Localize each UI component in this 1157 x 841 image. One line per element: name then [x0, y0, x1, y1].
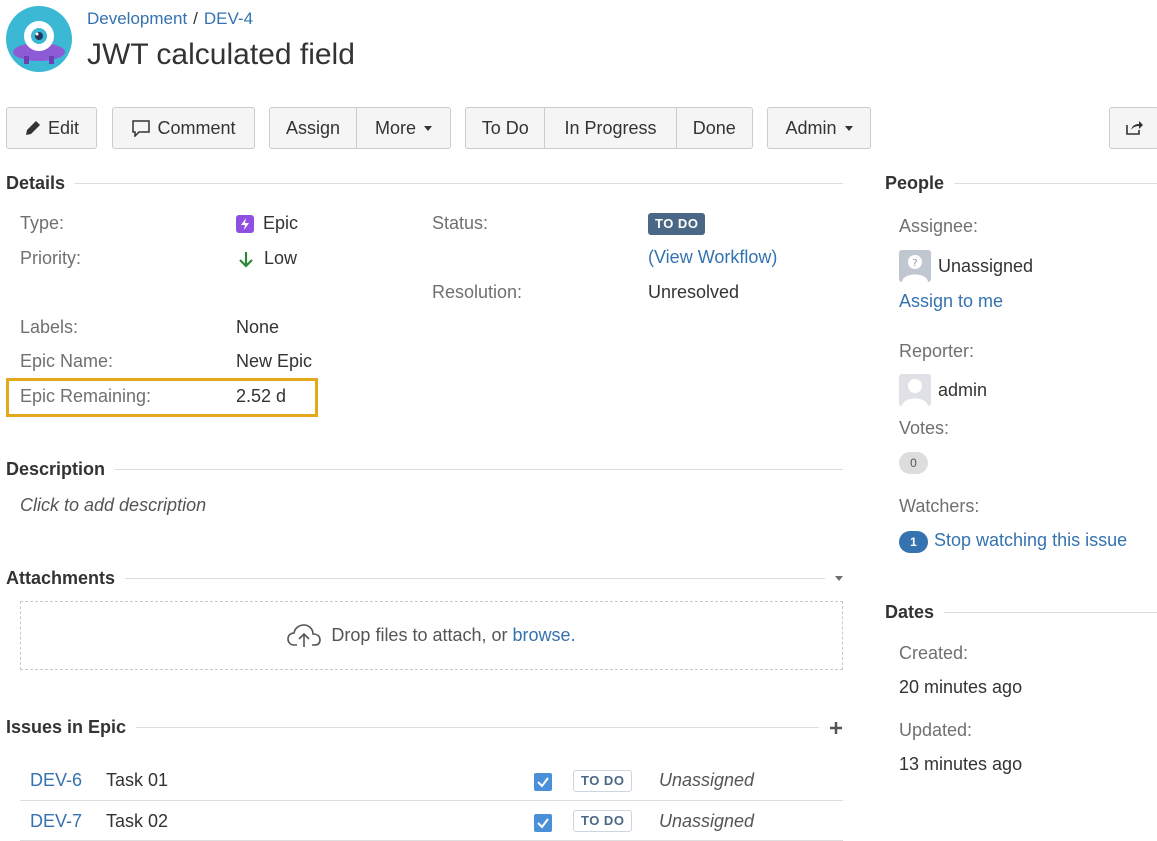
watchers-badge[interactable]: 1 [899, 531, 928, 553]
reporter-label: Reporter: [899, 341, 975, 361]
breadcrumb-project[interactable]: Development [87, 9, 187, 28]
priority-label: Priority: [20, 248, 82, 268]
labels-value[interactable]: None [236, 317, 279, 338]
people-section-header: People [885, 173, 1157, 194]
details-section-header: Details [6, 173, 843, 194]
admin-dropdown[interactable]: Admin [767, 107, 871, 149]
view-workflow: (View Workflow) [648, 247, 778, 267]
attachments-section-header: Attachments [6, 568, 843, 589]
epic-remaining-value: 2.52 d [236, 386, 287, 406]
resolution-value: Unresolved [648, 282, 740, 302]
watchers-label: Watchers: [899, 496, 980, 516]
issue-row-summary[interactable]: Task 02 [106, 811, 168, 832]
more-label: More [375, 117, 417, 138]
checkbox-icon [534, 773, 552, 791]
status-badge: TO DO [573, 770, 633, 792]
svg-text:?: ? [912, 258, 917, 269]
stop-watching-link[interactable]: Stop watching this issue [934, 530, 1127, 551]
avatar [899, 374, 931, 406]
share-icon [1126, 121, 1143, 135]
people-heading: People [885, 173, 945, 193]
issue-row-summary[interactable]: Task 01 [106, 770, 168, 791]
todo-button[interactable]: To Do [466, 108, 546, 148]
assign-to-me-link[interactable]: Assign to me [899, 291, 1003, 312]
breadcrumb: Development / DEV-4 [87, 9, 253, 29]
updated-label: Updated: [899, 720, 973, 740]
votes-badge[interactable]: 0 [899, 452, 928, 474]
status-badge: TO DO [573, 810, 633, 832]
assignee-label: Assignee: [899, 216, 979, 236]
checkbox-icon [534, 814, 552, 832]
issues-in-epic-heading: Issues in Epic [6, 717, 127, 737]
row-divider [20, 800, 843, 801]
epic-remaining-label: Epic Remaining: [20, 386, 152, 406]
updated-value: 13 minutes ago [899, 754, 1023, 774]
issue-row-assignee: Unassigned [659, 770, 755, 790]
drop-text: Drop files to attach, or [331, 625, 508, 645]
priority-value: Low [238, 248, 297, 269]
votes-label: Votes: [899, 418, 950, 438]
description-heading: Description [6, 459, 106, 479]
priority-value-text: Low [264, 248, 298, 268]
avatar: ? [899, 250, 931, 282]
chevron-down-icon [424, 125, 433, 131]
reporter-value[interactable]: admin [938, 380, 987, 401]
workflow-group: To Do In Progress Done [465, 107, 753, 149]
type-value-text: Epic [263, 213, 299, 233]
comment-icon [132, 120, 151, 137]
admin-label: Admin [785, 117, 837, 138]
created-label: Created: [899, 643, 969, 663]
browse-link[interactable]: browse [513, 625, 571, 646]
breadcrumb-separator: / [193, 9, 198, 28]
status-label: Status: [432, 213, 489, 233]
description-placeholder[interactable]: Click to add description [20, 495, 206, 516]
labels-label: Labels: [20, 317, 79, 337]
dates-section-header: Dates [885, 602, 1157, 623]
view-workflow-link[interactable]: View Workflow [654, 247, 771, 267]
assign-more-group: Assign More [269, 107, 451, 149]
issues-in-epic-section-header: Issues in Epic [6, 717, 843, 738]
resolution-label: Resolution: [432, 282, 523, 302]
assignee-value[interactable]: Unassigned [938, 256, 1033, 277]
user-avatar-icon [899, 374, 931, 406]
epic-icon [236, 214, 254, 233]
chevron-down-icon [844, 125, 853, 131]
status-badge: TO DO [648, 213, 706, 235]
issue-row-key[interactable]: DEV-6 [30, 770, 82, 791]
done-button[interactable]: Done [677, 108, 752, 148]
plus-icon[interactable] [829, 721, 843, 735]
epic-name-label: Epic Name: [20, 351, 114, 371]
type-value: Epic [236, 213, 298, 234]
unassigned-avatar-icon: ? [899, 250, 931, 282]
attachment-dropzone[interactable]: Drop files to attach, or browse. [20, 601, 843, 670]
description-section-header: Description [6, 459, 843, 480]
project-avatar-icon [13, 21, 65, 64]
cloud-upload-icon [287, 623, 322, 647]
share-button[interactable] [1109, 107, 1157, 149]
assign-button[interactable]: Assign [270, 108, 358, 148]
attachments-heading: Attachments [6, 568, 116, 588]
pencil-icon [25, 121, 40, 135]
created-value: 20 minutes ago [899, 677, 1023, 697]
type-label: Type: [20, 213, 65, 233]
epic-name-value[interactable]: New Epic [236, 351, 312, 372]
comment-button[interactable]: Comment [112, 107, 255, 149]
details-heading: Details [6, 173, 66, 193]
issue-row-key[interactable]: DEV-7 [30, 811, 82, 832]
comment-label: Comment [157, 117, 236, 138]
in-progress-button[interactable]: In Progress [545, 108, 677, 148]
issue-row-assignee: Unassigned [659, 811, 755, 831]
dates-heading: Dates [885, 602, 935, 622]
edit-label: Edit [47, 117, 80, 138]
arrow-down-icon [239, 251, 253, 268]
breadcrumb-issue[interactable]: DEV-4 [204, 9, 253, 28]
edit-button[interactable]: Edit [6, 107, 97, 149]
project-avatar[interactable] [6, 6, 72, 72]
chevron-down-icon[interactable] [835, 576, 843, 581]
issue-title[interactable]: JWT calculated field [87, 38, 355, 72]
more-dropdown[interactable]: More [357, 108, 450, 148]
